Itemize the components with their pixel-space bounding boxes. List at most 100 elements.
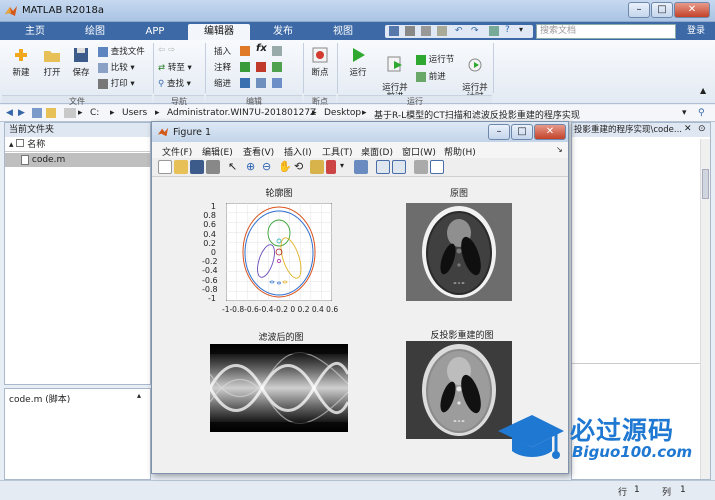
legend-icon[interactable] [392, 160, 406, 174]
zoom-out-icon[interactable]: ⊖ [262, 160, 276, 174]
compare-button[interactable]: 比较 ▾ [98, 61, 135, 73]
tab-home[interactable]: 主页 [6, 24, 64, 40]
menu-desktop[interactable]: 桌面(D) [361, 145, 393, 158]
sort-arrow-icon: ▴ [9, 140, 14, 150]
menu-view[interactable]: 查看(V) [243, 145, 274, 158]
insert-icon [240, 46, 250, 56]
menu-window[interactable]: 窗口(W) [402, 145, 436, 158]
save-button[interactable]: 保存 [68, 46, 94, 78]
tab-apps[interactable]: APP [126, 24, 184, 40]
figure-close-button[interactable]: ✕ [534, 124, 566, 140]
search-docs-input[interactable]: 搜索文档 [536, 24, 676, 39]
advance-icon [416, 71, 426, 82]
path-part-drive[interactable]: C: [90, 108, 99, 118]
find-files-button[interactable]: 查找文件 [98, 45, 145, 57]
figure-minimize-button[interactable]: – [488, 124, 510, 140]
data-cursor-icon[interactable] [310, 160, 324, 174]
brush-icon[interactable] [326, 160, 336, 174]
pan-icon[interactable]: ✋ [278, 160, 292, 174]
close-button[interactable]: ✕ [674, 2, 710, 18]
run-and-advance-button[interactable]: 运行并 前进 [378, 46, 412, 102]
login-button[interactable]: 登录 [680, 24, 712, 39]
path-dropdown-icon[interactable]: ▾ [682, 108, 687, 118]
path-part-project[interactable]: 基于R-L模型的CT扫描和滤波反投影重建的程序实现 [374, 108, 580, 121]
chevron-up-icon[interactable]: ▴ [137, 391, 141, 400]
run-button[interactable]: 运行 [344, 46, 372, 78]
show-tools-icon[interactable] [430, 160, 444, 174]
new-button[interactable]: 新建 [6, 46, 36, 78]
browse-folder-icon[interactable] [46, 108, 56, 118]
tab-view[interactable]: 视图 [314, 24, 372, 40]
tab-publish[interactable]: 发布 [254, 24, 312, 40]
menu-help[interactable]: 帮助(H) [444, 145, 476, 158]
menu-insert[interactable]: 插入(I) [284, 145, 312, 158]
save-icon[interactable] [389, 26, 399, 36]
graduation-cap-logo-icon [498, 415, 564, 459]
tab-editor[interactable]: 编辑器 [188, 24, 250, 40]
undo-icon[interactable]: ↶ [455, 26, 465, 36]
goto-button[interactable]: ⇄ 转至 ▾ [158, 61, 192, 73]
comment-button[interactable]: 注释 [214, 61, 231, 73]
colorbar-icon[interactable] [376, 160, 390, 174]
forward-icon[interactable]: ▶ [18, 108, 25, 118]
print-button[interactable]: 打印 ▾ [98, 77, 135, 89]
run-section-button[interactable]: 运行节 [416, 53, 454, 65]
zoom-in-icon[interactable]: ⊕ [246, 160, 260, 174]
rotate-icon[interactable]: ⟲ [294, 160, 308, 174]
figure-menu-bar: 文件(F) 编辑(E) 查看(V) 插入(I) 工具(T) 桌面(D) 窗口(W… [152, 142, 568, 158]
y-tick-labels: 1 0.8 0.6 0.4 0.2 0 -0.2 -0.4 -0.6 -0.8 … [202, 202, 218, 303]
paste-icon[interactable] [437, 26, 447, 36]
help-icon[interactable]: ? [505, 25, 510, 35]
scrollbar-thumb[interactable] [702, 169, 709, 199]
panel-menu-icon[interactable]: ⊙ [698, 124, 706, 134]
new-figure-icon[interactable] [158, 160, 172, 174]
back-icon[interactable]: ◀ [6, 108, 13, 118]
breakpoint-icon [312, 47, 328, 63]
open-button[interactable]: 打开 [38, 46, 66, 78]
save-figure-icon[interactable] [190, 160, 204, 174]
find-button[interactable]: ⚲ 查找 ▾ [158, 77, 191, 89]
open-file-icon[interactable] [174, 160, 188, 174]
nav-back-forward[interactable]: ⇦ ⇨ [158, 45, 175, 55]
copy-icon[interactable] [421, 26, 431, 36]
path-part-admin[interactable]: Administrator.WIN7U-20180127Z [167, 108, 316, 118]
pointer-icon[interactable]: ↖ [228, 160, 242, 174]
dock-icon[interactable]: ↘ [556, 145, 563, 154]
find-label: 查找 [166, 79, 184, 89]
menu-edit[interactable]: 编辑(E) [202, 145, 233, 158]
file-row-code[interactable]: code.m [5, 153, 150, 167]
chevron-down-icon[interactable]: ▾ [519, 25, 523, 34]
redo-icon[interactable]: ↷ [471, 26, 481, 36]
path-part-desktop[interactable]: Desktop [324, 108, 361, 118]
menu-file[interactable]: 文件(F) [162, 145, 192, 158]
outdent-icon [256, 78, 266, 88]
insert-button[interactable]: 插入 [214, 45, 231, 57]
minimize-button[interactable]: – [628, 2, 650, 18]
figure-maximize-button[interactable]: □ [511, 124, 533, 140]
print-figure-icon[interactable] [206, 160, 220, 174]
menu-tools[interactable]: 工具(T) [322, 145, 353, 158]
close-icon[interactable]: ✕ [684, 124, 692, 134]
brush-dropdown-icon[interactable]: ▾ [340, 161, 344, 170]
link-plot-icon[interactable] [354, 160, 368, 174]
column-header-name[interactable]: ▴ 名称 [5, 138, 150, 152]
maximize-button[interactable]: □ [651, 2, 673, 18]
path-part-users[interactable]: Users [122, 108, 147, 118]
divider [572, 363, 700, 364]
indent-button[interactable]: 缩进 [214, 77, 231, 89]
title-bar: MATLAB R2018a – □ ✕ [0, 0, 715, 22]
run-and-time-button[interactable]: 运行并 计时 [460, 46, 490, 102]
collapse-ribbon-icon[interactable]: ▲ [700, 86, 706, 95]
find-files-label: 查找文件 [110, 47, 145, 57]
insert-function-button[interactable]: fx [256, 43, 267, 54]
up-folder-icon[interactable] [32, 108, 42, 118]
search-icon[interactable]: ⚲ [698, 108, 705, 118]
advance-button[interactable]: 前进 [416, 70, 446, 82]
cut-icon[interactable] [405, 26, 415, 36]
hide-tools-icon[interactable] [414, 160, 428, 174]
switch-windows-icon[interactable] [489, 26, 499, 36]
tab-plots[interactable]: 绘图 [66, 24, 124, 40]
folder-open-icon [44, 51, 60, 62]
breakpoints-button[interactable]: 断点 [306, 46, 334, 78]
back-icon: ⇦ [158, 45, 166, 55]
